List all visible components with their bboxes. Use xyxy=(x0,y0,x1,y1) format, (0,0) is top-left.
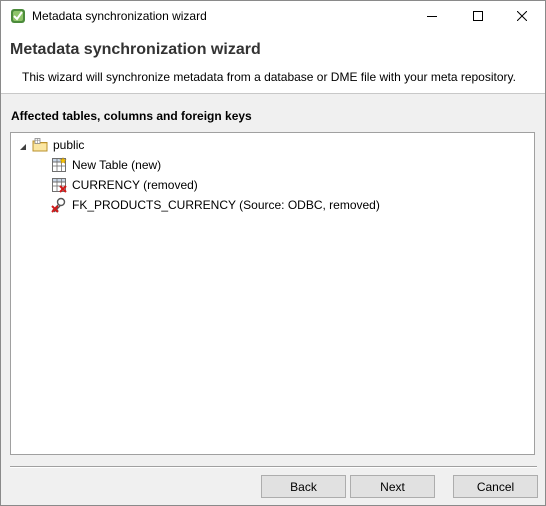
tree-node-schema[interactable]: public xyxy=(32,135,84,155)
tree-item-label: New Table (new) xyxy=(72,158,162,172)
tree-item[interactable]: FK_PRODUCTS_CURRENCY (Source: ODBC, remo… xyxy=(51,195,380,215)
wizard-header: Metadata synchronization wizard This wiz… xyxy=(1,31,545,94)
table-new-icon xyxy=(52,157,67,172)
minimize-icon xyxy=(427,16,437,17)
page-title: Metadata synchronization wizard xyxy=(10,41,261,58)
page-description: This wizard will synchronize metadata fr… xyxy=(22,70,516,84)
app-icon xyxy=(10,8,26,24)
maximize-button[interactable] xyxy=(455,1,501,31)
close-button[interactable] xyxy=(499,1,545,31)
tree-item-label: CURRENCY (removed) xyxy=(72,178,198,192)
section-label: Affected tables, columns and foreign key… xyxy=(11,109,252,123)
maximize-icon xyxy=(473,11,483,21)
title-bar: Metadata synchronization wizard xyxy=(1,1,545,31)
schema-folder-icon xyxy=(32,138,48,152)
cancel-button[interactable]: Cancel xyxy=(453,475,538,498)
tree-item[interactable]: New Table (new) xyxy=(51,155,161,175)
affected-objects-tree[interactable]: public New Table (new) CURRENCY (removed… xyxy=(10,132,535,455)
footer-separator xyxy=(10,466,537,468)
back-button[interactable]: Back xyxy=(261,475,346,498)
table-removed-icon xyxy=(52,178,67,193)
tree-item[interactable]: CURRENCY (removed) xyxy=(51,175,198,195)
next-button[interactable]: Next xyxy=(350,475,435,498)
tree-item-label: FK_PRODUCTS_CURRENCY (Source: ODBC, remo… xyxy=(72,198,380,212)
window-title: Metadata synchronization wizard xyxy=(32,9,207,23)
collapse-arrow-icon[interactable] xyxy=(19,140,27,150)
close-icon xyxy=(517,11,527,21)
minimize-button[interactable] xyxy=(409,1,455,31)
tree-node-label: public xyxy=(53,138,85,152)
wizard-window: Metadata synchronization wizard Metadata… xyxy=(0,0,546,506)
foreign-key-removed-icon xyxy=(51,197,66,213)
